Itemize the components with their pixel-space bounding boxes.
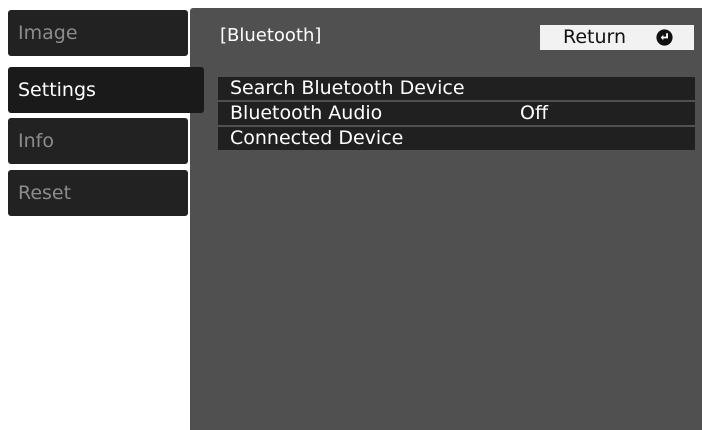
return-button[interactable]: Return: [540, 25, 694, 50]
page-title: [Bluetooth]: [220, 25, 322, 46]
enter-return-icon: [656, 29, 673, 46]
menu-item-connected-device[interactable]: Connected Device: [218, 127, 695, 150]
tab-info[interactable]: Info: [8, 118, 188, 164]
tab-settings[interactable]: Settings: [8, 67, 204, 113]
return-button-label: Return: [563, 26, 627, 48]
main-panel: [Bluetooth] Return Search Bluetooth Devi…: [190, 8, 702, 430]
tab-image[interactable]: Image: [8, 10, 188, 56]
tab-settings-label: Settings: [18, 79, 96, 101]
menu-item-label: Bluetooth Audio: [230, 102, 383, 124]
menu-list: Search Bluetooth Device Bluetooth Audio …: [218, 77, 695, 152]
tab-image-label: Image: [18, 22, 78, 44]
menu-item-label: Connected Device: [230, 127, 404, 149]
tab-info-label: Info: [18, 130, 54, 152]
menu-item-bluetooth-audio[interactable]: Bluetooth Audio Off: [218, 102, 695, 125]
tab-reset-label: Reset: [18, 182, 72, 204]
menu-item-label: Search Bluetooth Device: [230, 77, 465, 99]
bluetooth-audio-value: Off: [520, 102, 549, 124]
menu-item-search-bluetooth-device[interactable]: Search Bluetooth Device: [218, 77, 695, 100]
tab-reset[interactable]: Reset: [8, 170, 188, 216]
